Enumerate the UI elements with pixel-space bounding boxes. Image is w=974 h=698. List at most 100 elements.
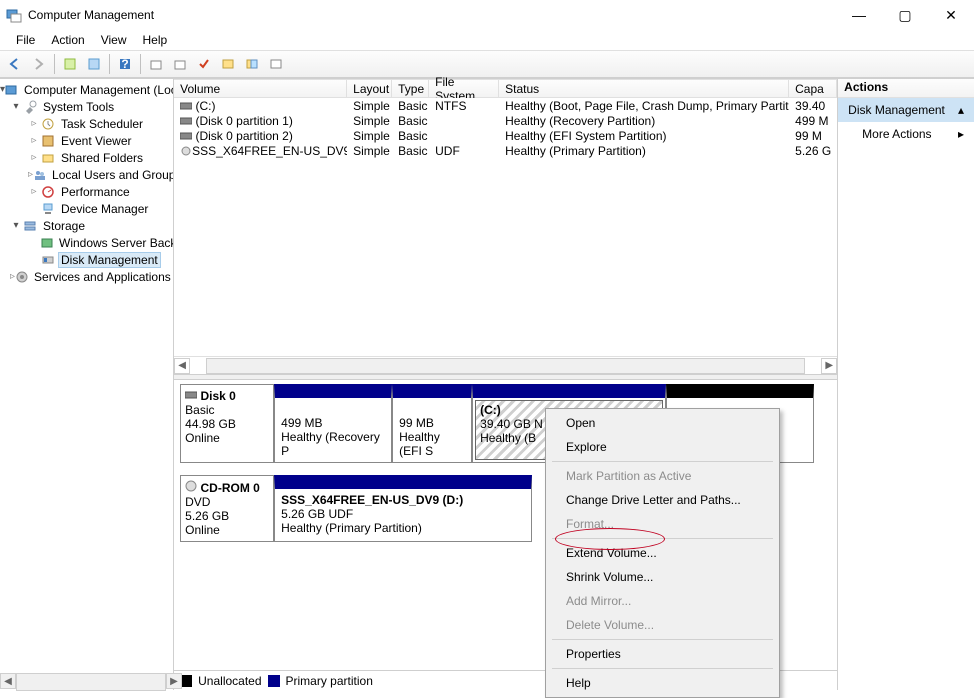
- app-icon: [6, 7, 22, 23]
- close-button[interactable]: ✕: [928, 0, 974, 30]
- title-bar: Computer Management — ▢ ✕: [0, 0, 974, 30]
- event-viewer-icon: [40, 133, 56, 149]
- actions-header: Actions: [838, 79, 974, 98]
- toolbar-icon[interactable]: [241, 53, 263, 75]
- disk-mgmt-icon: [40, 252, 56, 268]
- toolbar-icon[interactable]: [83, 53, 105, 75]
- menu-file[interactable]: File: [8, 31, 43, 49]
- tree-storage[interactable]: ▾ Storage: [0, 217, 173, 234]
- col-volume[interactable]: Volume: [174, 79, 347, 97]
- tree-task-scheduler[interactable]: ▹ Task Scheduler: [0, 115, 173, 132]
- tree-services[interactable]: ▹ Services and Applications: [0, 268, 173, 285]
- tree-system-tools[interactable]: ▾ System Tools: [0, 98, 173, 115]
- volume-header: Volume Layout Type File System Status Ca…: [174, 79, 837, 98]
- col-layout[interactable]: Layout: [347, 79, 392, 97]
- expand-icon[interactable]: ▹: [28, 186, 40, 197]
- col-capacity[interactable]: Capa: [789, 79, 837, 97]
- tree-disk-management[interactable]: Disk Management: [0, 251, 173, 268]
- ctx-properties[interactable]: Properties: [548, 642, 777, 666]
- disk-info[interactable]: CD-ROM 0 DVD 5.26 GB Online: [180, 475, 274, 542]
- back-button[interactable]: [4, 53, 26, 75]
- tree-local-users[interactable]: ▹ Local Users and Groups: [0, 166, 173, 183]
- tree-event-viewer[interactable]: ▹ Event Viewer: [0, 132, 173, 149]
- ctx-help[interactable]: Help: [548, 671, 777, 695]
- ctx-mark-active: Mark Partition as Active: [548, 464, 777, 488]
- context-menu: Open Explore Mark Partition as Active Ch…: [545, 408, 780, 698]
- ctx-change-drive-letter[interactable]: Change Drive Letter and Paths...: [548, 488, 777, 512]
- toolbar-icon[interactable]: [145, 53, 167, 75]
- volume-row[interactable]: (Disk 0 partition 2) Simple Basic Health…: [174, 128, 837, 143]
- svg-text:?: ?: [121, 57, 128, 71]
- volume-list: (C:) Simple Basic NTFS Healthy (Boot, Pa…: [174, 98, 837, 356]
- menu-view[interactable]: View: [93, 31, 135, 49]
- ctx-delete-volume: Delete Volume...: [548, 613, 777, 637]
- ctx-explore[interactable]: Explore: [548, 435, 777, 459]
- tree-pane: ▾ Computer Management (Local) ▾ System T…: [0, 79, 174, 690]
- clock-icon: [40, 116, 56, 132]
- tools-icon: [22, 99, 38, 115]
- window-title: Computer Management: [28, 8, 836, 22]
- volume-hscroll[interactable]: ◀ ▶: [174, 356, 837, 374]
- separator: [552, 538, 773, 539]
- toolbar-icon[interactable]: [265, 53, 287, 75]
- toolbar-icon[interactable]: [169, 53, 191, 75]
- tree-device-manager[interactable]: Device Manager: [0, 200, 173, 217]
- minimize-button[interactable]: —: [836, 0, 882, 30]
- chevron-right-icon: ▸: [958, 127, 964, 141]
- maximize-button[interactable]: ▢: [882, 0, 928, 30]
- separator: [552, 639, 773, 640]
- scroll-left-icon[interactable]: ◀: [0, 673, 16, 689]
- expand-icon[interactable]: ▾: [10, 220, 22, 231]
- col-fs[interactable]: File System: [429, 79, 499, 97]
- volume-row[interactable]: SSS_X64FREE_EN-US_DV9 (D:) Simple Basic …: [174, 143, 837, 158]
- action-more[interactable]: More Actions ▸: [838, 122, 974, 146]
- tree-wsb[interactable]: Windows Server Backup: [0, 234, 173, 251]
- volume-row[interactable]: (C:) Simple Basic NTFS Healthy (Boot, Pa…: [174, 98, 837, 113]
- computer-icon: [5, 82, 19, 98]
- performance-icon: [40, 184, 56, 200]
- separator: [552, 461, 773, 462]
- scroll-left-icon[interactable]: ◀: [174, 358, 190, 374]
- expand-icon[interactable]: ▾: [10, 101, 22, 112]
- collapse-icon: ▴: [958, 103, 964, 117]
- volume-row[interactable]: (Disk 0 partition 1) Simple Basic Health…: [174, 113, 837, 128]
- backup-icon: [40, 235, 54, 251]
- partition[interactable]: SSS_X64FREE_EN-US_DV9 (D:) 5.26 GB UDF H…: [274, 475, 532, 542]
- partition[interactable]: 499 MB Healthy (Recovery P: [274, 384, 392, 463]
- menu-action[interactable]: Action: [43, 31, 92, 49]
- tree-hscroll[interactable]: ◀ ▶: [0, 673, 182, 691]
- col-status[interactable]: Status: [499, 79, 789, 97]
- scroll-right-icon[interactable]: ▶: [821, 358, 837, 374]
- menu-bar: File Action View Help: [0, 30, 974, 50]
- partition[interactable]: 99 MB Healthy (EFI S: [392, 384, 472, 463]
- ctx-add-mirror: Add Mirror...: [548, 589, 777, 613]
- tree-performance[interactable]: ▹ Performance: [0, 183, 173, 200]
- folder-icon: [40, 150, 56, 166]
- expand-icon[interactable]: ▹: [28, 152, 40, 163]
- expand-icon[interactable]: ▹: [28, 135, 40, 146]
- storage-icon: [22, 218, 38, 234]
- services-icon: [15, 269, 29, 285]
- menu-help[interactable]: Help: [135, 31, 176, 49]
- disk-info[interactable]: Disk 0 Basic 44.98 GB Online: [180, 384, 274, 463]
- actions-pane: Actions Disk Management ▴ More Actions ▸: [838, 79, 974, 690]
- toolbar-icon[interactable]: [59, 53, 81, 75]
- col-type[interactable]: Type: [392, 79, 429, 97]
- tree-root[interactable]: ▾ Computer Management (Local): [0, 81, 173, 98]
- ctx-open[interactable]: Open: [548, 411, 777, 435]
- separator: [552, 668, 773, 669]
- action-disk-management[interactable]: Disk Management ▴: [838, 98, 974, 122]
- tree-shared-folders[interactable]: ▹ Shared Folders: [0, 149, 173, 166]
- device-icon: [40, 201, 56, 217]
- swatch-primary: [268, 675, 280, 687]
- expand-icon[interactable]: ▹: [28, 118, 40, 129]
- toolbar-icon[interactable]: [193, 53, 215, 75]
- forward-button[interactable]: [28, 53, 50, 75]
- ctx-format: Format...: [548, 512, 777, 536]
- help-button[interactable]: ?: [114, 53, 136, 75]
- ctx-shrink-volume[interactable]: Shrink Volume...: [548, 565, 777, 589]
- ctx-extend-volume[interactable]: Extend Volume...: [548, 541, 777, 565]
- scroll-right-icon[interactable]: ▶: [166, 673, 182, 689]
- toolbar-icon[interactable]: [217, 53, 239, 75]
- users-icon: [33, 167, 47, 183]
